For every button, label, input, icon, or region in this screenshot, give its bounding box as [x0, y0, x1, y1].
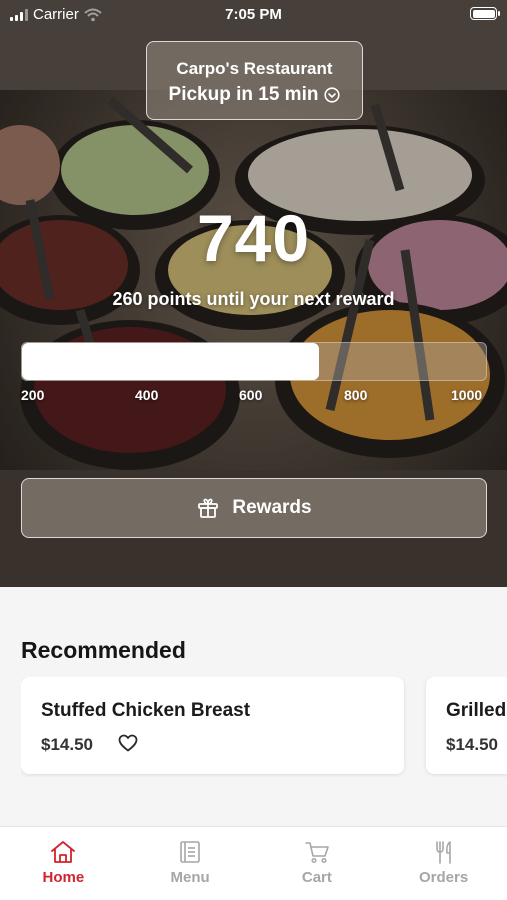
item-name: Grilled	[446, 700, 507, 721]
rewards-progress-bar	[21, 342, 487, 381]
battery-icon	[470, 7, 500, 20]
heart-icon[interactable]	[118, 734, 138, 752]
tick-label: 600	[239, 387, 263, 403]
fork-knife-icon	[435, 841, 451, 864]
points-until-reward: 260 points until your next reward	[112, 289, 395, 309]
tick-label: 200	[21, 387, 45, 403]
gift-icon	[198, 498, 219, 518]
cart-icon	[305, 842, 329, 864]
points-balance: 740	[196, 201, 311, 275]
restaurant-name: Carpo's Restaurant	[176, 59, 333, 78]
tab-label: Menu	[170, 869, 210, 886]
home-icon	[51, 841, 76, 863]
tab-menu[interactable]: Menu	[127, 827, 254, 900]
tick-label: 1000	[451, 387, 483, 403]
rewards-button-label: Rewards	[232, 497, 312, 518]
location-selector[interactable]: Carpo's Restaurant Pickup in 15 min	[146, 41, 363, 120]
rewards-button[interactable]: Rewards	[21, 478, 487, 538]
pickup-time-row: Pickup in 15 min	[147, 84, 362, 106]
status-bar: Carrier 7:05 PM	[0, 0, 507, 28]
chevron-down-circle-icon	[324, 87, 341, 103]
recommended-carousel[interactable]: Stuffed Chicken Breast $14.50 Grilled $1…	[21, 677, 507, 777]
tab-orders[interactable]: Orders	[380, 827, 507, 900]
pickup-time-label: Pickup in 15 min	[168, 84, 319, 105]
tab-label: Cart	[301, 869, 332, 886]
hero-header: Carrier 7:05 PM Carpo's Restaurant Picku…	[0, 0, 507, 587]
tab-home[interactable]: Home	[0, 827, 127, 900]
recommended-card[interactable]: Stuffed Chicken Breast $14.50	[21, 677, 404, 774]
recommended-heading: Recommended	[21, 637, 186, 663]
tab-cart[interactable]: Cart	[254, 827, 381, 900]
rewards-progress-fill	[22, 343, 319, 380]
tab-label: Home	[42, 869, 85, 886]
item-price: $14.50	[41, 735, 93, 754]
item-name: Stuffed Chicken Breast	[41, 700, 251, 721]
clock: 7:05 PM	[225, 6, 282, 23]
menu-icon	[180, 841, 200, 863]
recommended-card[interactable]: Grilled $14.50	[426, 677, 507, 774]
tick-label: 800	[344, 387, 368, 403]
progress-ticks: 200 400 600 800 1000	[0, 387, 507, 407]
tab-label: Orders	[419, 869, 469, 886]
bottom-tab-bar: Home Menu Cart Orders	[0, 826, 507, 900]
item-price: $14.50	[446, 735, 498, 754]
tick-label: 400	[135, 387, 159, 403]
